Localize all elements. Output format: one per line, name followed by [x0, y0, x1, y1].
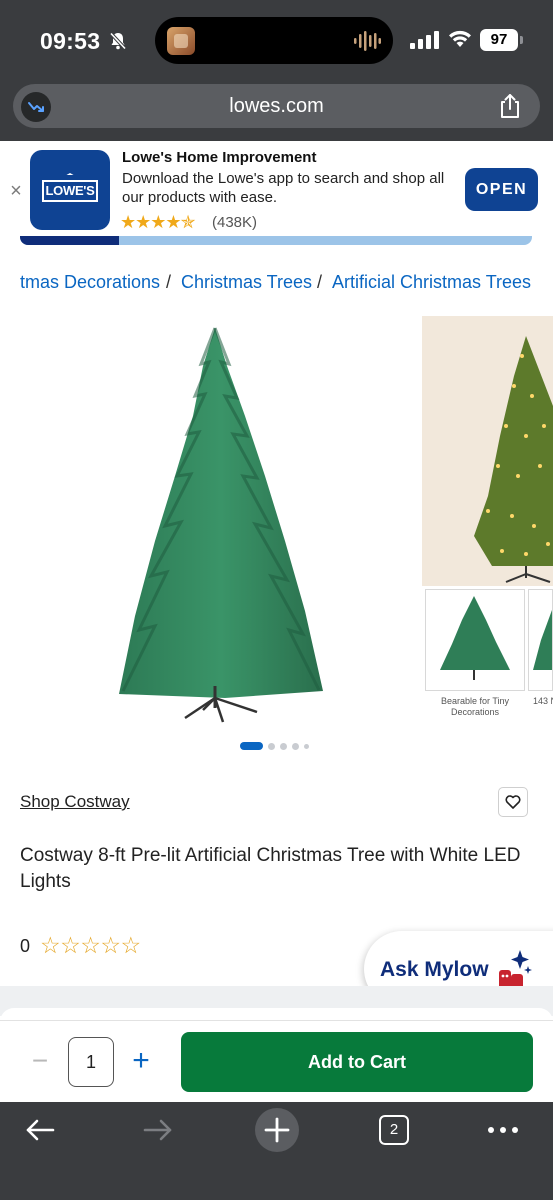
gallery-dot-active[interactable] [240, 742, 263, 750]
breadcrumb-christmas-decorations[interactable]: tmas Decorations [20, 272, 160, 293]
audio-wave-icon [354, 31, 381, 51]
quantity-increase-button[interactable]: + [127, 1046, 155, 1076]
christmas-tree-image[interactable] [105, 326, 335, 736]
shop-brand-link[interactable]: Shop Costway [20, 792, 130, 812]
now-playing-artwork [167, 27, 195, 55]
more-options-icon[interactable] [487, 1120, 519, 1140]
promo-banner-dark-segment [20, 236, 119, 245]
bell-off-icon [109, 32, 127, 50]
thumbnail-caption: 143 Natu [533, 696, 553, 706]
breadcrumb-artificial-christmas-trees[interactable]: Artificial Christmas Trees [332, 272, 531, 293]
banner-close-icon[interactable]: × [6, 181, 26, 201]
breadcrumb-separator: / [166, 272, 172, 292]
cellular-signal-icon [410, 31, 439, 49]
heart-icon [505, 795, 521, 809]
quantity-input[interactable]: 1 [68, 1037, 114, 1087]
thumbnail-tiny-decorations[interactable] [425, 589, 525, 691]
new-tab-button[interactable] [255, 1108, 299, 1152]
tab-switcher-button[interactable]: 2 [379, 1115, 409, 1145]
url-text[interactable]: lowes.com [0, 92, 553, 120]
share-icon[interactable] [498, 93, 522, 119]
quantity-decrease-button[interactable]: − [26, 1047, 54, 1076]
plus-icon [264, 1117, 290, 1143]
breadcrumb: tmas Decorations / Christmas Trees / Art… [0, 270, 553, 296]
gallery-dot[interactable] [304, 744, 309, 749]
breadcrumb-separator: / [317, 272, 323, 292]
back-arrow-icon[interactable] [24, 1114, 56, 1146]
page-root: 09:53 97 lowes.com × LOWE'S Lowe's Home … [0, 0, 553, 1200]
banner-app-title: Lowe's Home Improvement [122, 149, 317, 166]
thumbnail-caption: Bearable for Tiny Decorations [440, 696, 510, 717]
rating-stars[interactable]: ☆☆☆☆☆ [40, 932, 141, 959]
favorite-button[interactable] [498, 787, 528, 817]
product-title: Costway 8-ft Pre-lit Artificial Christma… [20, 845, 521, 892]
gallery-dot[interactable] [280, 743, 287, 750]
add-to-cart-button[interactable]: Add to Cart [181, 1032, 533, 1092]
lowes-logo-text: LOWE'S [42, 180, 98, 202]
dynamic-island[interactable] [155, 17, 393, 64]
open-app-button[interactable]: OPEN [465, 168, 538, 211]
banner-rating-count: (438K) [212, 214, 258, 231]
wifi-icon [449, 30, 471, 47]
promo-banner-edge[interactable] [20, 236, 532, 245]
status-time: 09:53 [40, 28, 101, 54]
review-count[interactable]: 0 [20, 936, 30, 957]
ask-mylow-label[interactable]: Ask Mylow [380, 958, 489, 982]
battery-icon: 97 [480, 29, 518, 51]
breadcrumb-christmas-trees[interactable]: Christmas Trees [181, 272, 312, 293]
gallery-dot[interactable] [292, 743, 299, 750]
banner-rating-stars: ★★★★✯ [120, 212, 196, 232]
banner-description: Download the Lowe's app to search and sh… [122, 170, 445, 206]
thumbnail-natural-tips[interactable] [528, 589, 553, 691]
forward-arrow-icon[interactable] [142, 1114, 174, 1146]
battery-tip [520, 36, 523, 44]
gallery-dot[interactable] [268, 743, 275, 750]
lit-tree-thumbnail[interactable] [422, 316, 553, 586]
